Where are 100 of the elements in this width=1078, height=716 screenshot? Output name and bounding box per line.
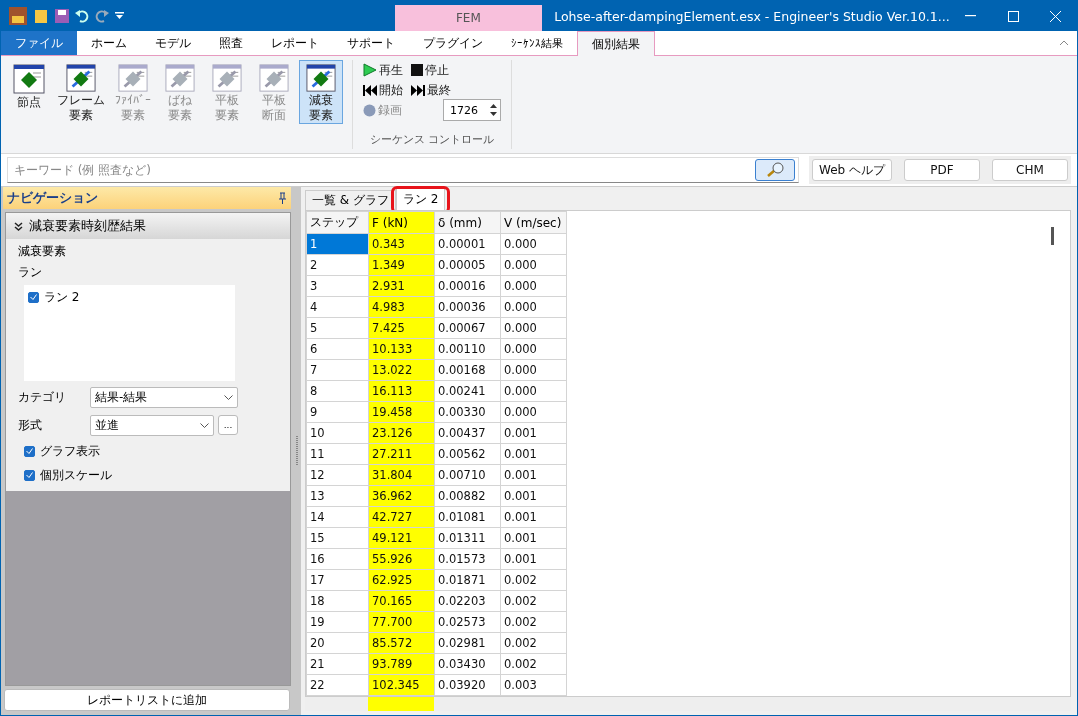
section-title: 減衰要素時刻歴結果	[29, 217, 146, 235]
window-title: Lohse-after-dampingElement.esx - Engineer's Studio Ver.10.1...	[553, 7, 950, 26]
button-label: ﾌｧｲﾊﾞｰ	[115, 93, 151, 108]
element-icon	[65, 63, 97, 93]
element-icon	[117, 63, 149, 93]
panel-title: ナビゲーション	[7, 189, 98, 207]
table-cell: 5	[306, 317, 369, 339]
column-header[interactable]: V (m/sec)	[500, 211, 567, 234]
document-tab[interactable]: 一覧 & グラフ	[305, 190, 396, 210]
ribbon-tab[interactable]: 個別結果	[577, 31, 655, 56]
table-cell: 4	[306, 296, 369, 318]
button-label: 断面	[262, 108, 286, 123]
column-header[interactable]: ステップ	[306, 211, 369, 234]
start-button[interactable]: 開始	[363, 81, 403, 99]
undo-icon[interactable]	[75, 9, 89, 23]
button-label: 平板	[262, 93, 286, 108]
play-icon	[363, 63, 377, 77]
element-icon	[13, 63, 45, 95]
button-label: 要素	[215, 108, 239, 123]
table-cell: 6	[306, 338, 369, 360]
ribbon-tab[interactable]: サポート	[333, 31, 409, 55]
table-cell: 17	[306, 569, 369, 591]
button-label: ばね	[168, 93, 192, 108]
button-label: フレーム	[57, 93, 105, 108]
scrollbar-thumb[interactable]	[1051, 227, 1054, 245]
button-label: 減衰	[309, 93, 333, 108]
table-cell: 2	[306, 254, 369, 276]
chevron-down-icon	[224, 394, 233, 400]
collapse-ribbon-icon[interactable]	[1059, 40, 1069, 46]
context-tab-group: FEM	[394, 5, 543, 31]
chevron-icon	[14, 221, 23, 231]
checkbox-label: グラフ表示	[40, 442, 100, 460]
checkbox[interactable]	[28, 291, 39, 303]
table-cell: 9	[306, 401, 369, 423]
ribbon-tab[interactable]: ｼｰｹﾝｽ結果	[497, 31, 577, 55]
stop-icon	[411, 64, 423, 76]
table-cell: 12	[306, 464, 369, 486]
redo-icon[interactable]	[95, 9, 109, 23]
checkbox-label: ラン 2	[44, 288, 80, 306]
table-cell: 1	[306, 233, 369, 255]
table-cell: 20	[306, 632, 369, 654]
spin-arrows-icon	[490, 104, 497, 116]
add-to-report-button[interactable]: レポートリストに追加	[4, 689, 290, 711]
button-label: 平板	[215, 93, 239, 108]
pin-icon[interactable]	[278, 192, 287, 204]
table-cell: 13	[306, 485, 369, 507]
ribbon-button[interactable]: 節点	[7, 60, 51, 124]
search-button[interactable]	[755, 159, 795, 181]
play-button[interactable]: 再生	[363, 61, 403, 79]
customize-caret-icon[interactable]	[115, 12, 124, 20]
close-icon[interactable]	[1050, 10, 1062, 22]
search-icon	[765, 162, 785, 178]
checkbox[interactable]	[24, 445, 35, 457]
button-label: 節点	[17, 95, 41, 110]
ribbon-tab[interactable]: 照査	[205, 31, 257, 55]
ribbon-tab[interactable]: ファイル	[1, 31, 77, 55]
help-button[interactable]: CHM	[992, 159, 1068, 181]
element-icon	[258, 63, 290, 93]
table-cell: 3	[306, 275, 369, 297]
help-button[interactable]: PDF	[904, 159, 980, 181]
end-button[interactable]: 最終	[411, 81, 451, 99]
skip-back-icon	[363, 84, 377, 96]
format-dropdown[interactable]: 並進	[90, 414, 214, 436]
minimize-icon[interactable]	[965, 15, 977, 17]
stop-button[interactable]: 停止	[411, 61, 449, 79]
save-icon[interactable]	[55, 9, 69, 23]
section-header[interactable]: 減衰要素時刻歴結果	[6, 213, 290, 239]
table-cell: 14	[306, 506, 369, 528]
document-tab[interactable]: ラン 2	[396, 187, 446, 210]
column-header[interactable]: δ (mm)	[434, 211, 501, 234]
table-cell: 21	[306, 653, 369, 675]
checkbox-label: 個別スケール	[40, 466, 112, 484]
ribbon-tab[interactable]: モデル	[141, 31, 205, 55]
ribbon-button[interactable]: フレーム 要素	[54, 60, 108, 124]
table-cell: 16	[306, 548, 369, 570]
ribbon-button[interactable]: 減衰 要素	[299, 60, 343, 124]
table-cell: 22	[306, 674, 369, 696]
field-label: 形式	[18, 416, 43, 434]
table-cell: 10	[306, 422, 369, 444]
category-dropdown[interactable]: 結果-結果	[90, 386, 238, 408]
button-label: 要素	[69, 108, 93, 123]
maximize-icon[interactable]	[1007, 10, 1019, 22]
ribbon-tab[interactable]: ホーム	[77, 31, 141, 55]
table-cell: 15	[306, 527, 369, 549]
button-label: 要素	[168, 108, 192, 123]
skip-forward-icon	[411, 84, 425, 96]
search-field[interactable]: キーワード (例 照査など)	[7, 157, 799, 183]
column-header[interactable]: F (kN)	[368, 211, 435, 234]
field-label: 減衰要素	[18, 243, 67, 260]
checkbox[interactable]	[24, 469, 35, 481]
element-icon	[305, 63, 337, 93]
ribbon-tab[interactable]: プラグイン	[409, 31, 497, 55]
element-icon	[164, 63, 196, 93]
frame-spinbox[interactable]: 1726	[443, 99, 501, 121]
chevron-down-icon	[200, 422, 209, 428]
button-label: 要素	[309, 108, 333, 123]
more-button[interactable]: ...	[218, 415, 238, 435]
help-button[interactable]: Web ヘルプ	[812, 159, 892, 181]
table-cell: 8	[306, 380, 369, 402]
ribbon-tab[interactable]: レポート	[257, 31, 333, 55]
